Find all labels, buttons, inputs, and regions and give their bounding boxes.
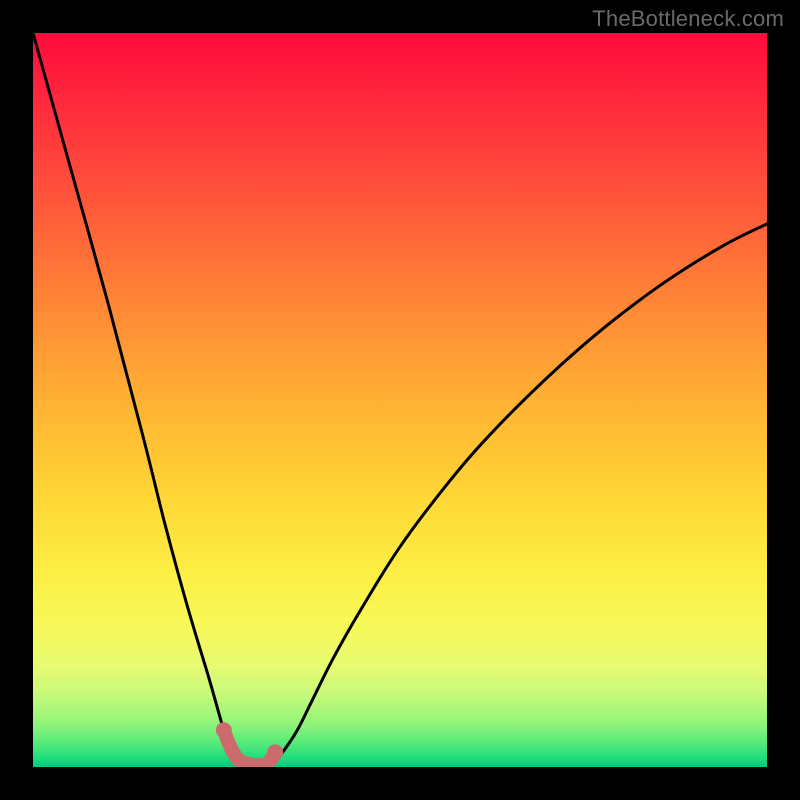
watermark-text: TheBottleneck.com	[592, 6, 784, 32]
plot-background	[33, 33, 767, 767]
chart-frame: TheBottleneck.com	[0, 0, 800, 800]
